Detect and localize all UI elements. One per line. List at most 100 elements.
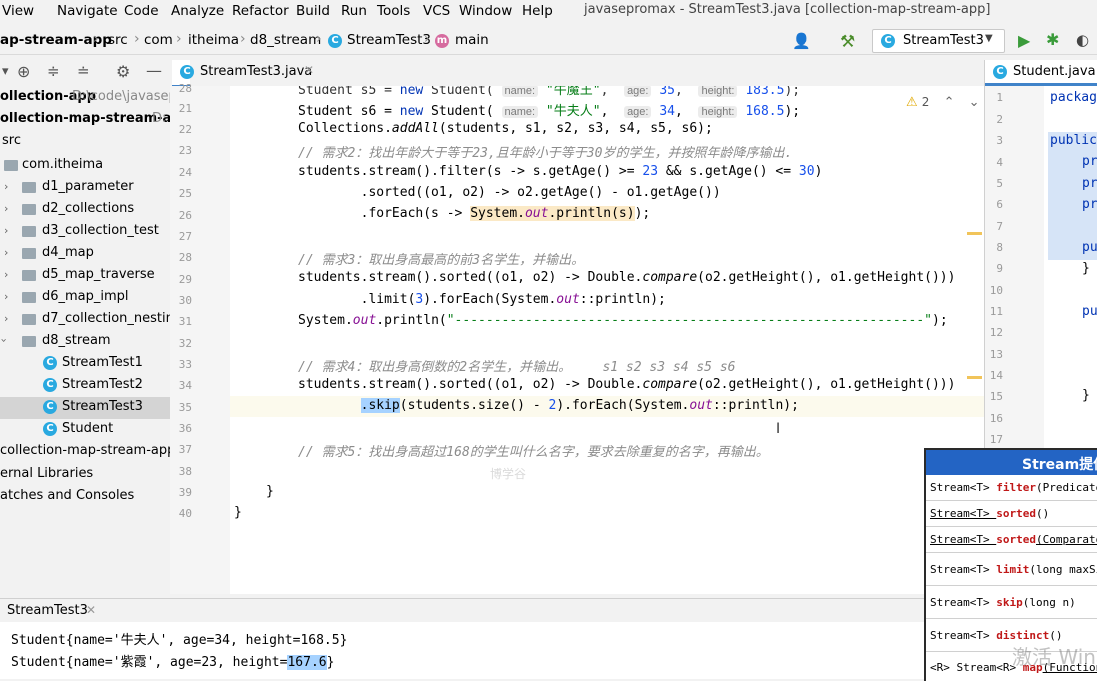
- run-icon[interactable]: ▶: [1018, 31, 1036, 50]
- menu-run[interactable]: Run: [341, 3, 367, 19]
- tree-item-label: ernal Libraries: [0, 466, 94, 481]
- locate-target-icon[interactable]: ⊕: [17, 62, 35, 81]
- menu-navigate[interactable]: Navigate: [57, 3, 118, 19]
- menu-build[interactable]: Build: [296, 3, 330, 19]
- tab-label: Student.java: [1013, 64, 1096, 79]
- chevron-down-icon[interactable]: ⌄: [969, 95, 980, 110]
- console-line: Student{name='牛夫人', age=34, height=168.5…: [11, 633, 348, 648]
- menu-code[interactable]: Code: [124, 3, 159, 19]
- menu-window[interactable]: Window: [459, 3, 512, 19]
- chevron-right-icon[interactable]: ›: [4, 290, 8, 303]
- line-number: 25: [178, 187, 192, 200]
- breadcrumb-com[interactable]: com: [144, 32, 173, 48]
- popup-row-limit[interactable]: Stream<T> limit(long maxSi: [926, 553, 1097, 586]
- tree-item-d5-map-traverse[interactable]: › d5_map_traverse: [0, 265, 170, 287]
- breadcrumb-main[interactable]: main: [455, 32, 489, 48]
- line-number: 17: [989, 433, 1003, 446]
- popup-row-sorted-comparator[interactable]: Stream<T> sorted(Comparato: [926, 527, 1097, 553]
- tree-item-src[interactable]: src: [0, 133, 170, 155]
- breadcrumb-d8-stream[interactable]: d8_stream: [250, 32, 321, 48]
- package-folder-icon: [22, 292, 36, 303]
- tree-item-d8-stream[interactable]: › d8_stream: [0, 331, 170, 353]
- popup-row-filter[interactable]: Stream<T> filter(Predicate: [926, 475, 1097, 501]
- tab-student[interactable]: C Student.java: [985, 60, 1097, 86]
- line-number: 39: [178, 486, 192, 499]
- class-icon: C: [993, 65, 1007, 79]
- code-line-38: }: [266, 484, 274, 499]
- close-icon[interactable]: ✕: [86, 603, 96, 617]
- close-icon[interactable]: ✕: [304, 63, 314, 77]
- tree-item-label: d2_collections: [42, 201, 135, 216]
- tree-item-com-itheima[interactable]: com.itheima: [0, 155, 170, 177]
- chevron-down-icon[interactable]: ›: [0, 338, 11, 342]
- line-number: 28: [178, 251, 192, 264]
- debug-bug-icon[interactable]: ✱: [1046, 30, 1064, 49]
- tree-item-d6-map-impl[interactable]: › d6_map_impl: [0, 287, 170, 309]
- line-number: 12: [989, 326, 1003, 339]
- tree-item-d3-collection-test[interactable]: › d3_collection_test: [0, 221, 170, 243]
- warning-icon: ⚠: [906, 95, 918, 110]
- tree-item-streamtest3[interactable]: C StreamTest3: [0, 397, 170, 419]
- tree-item-label: d6_map_impl: [42, 289, 129, 304]
- chevron-right-icon[interactable]: ›: [4, 246, 8, 259]
- chevron-right-icon[interactable]: ›: [4, 312, 8, 325]
- code-line-24: .sorted((o1, o2) -> o2.getAge() - o1.get…: [298, 185, 721, 200]
- menu-refactor[interactable]: Refactor: [232, 3, 289, 19]
- menu-analyze[interactable]: Analyze: [171, 3, 224, 19]
- tree-item-d2-collections[interactable]: › d2_collections: [0, 199, 170, 221]
- inspection-widget[interactable]: ⚠ 2 ⌃ ⌄: [906, 95, 980, 110]
- code-line-23: students.stream().filter(s -> s.getAge()…: [298, 164, 823, 179]
- tree-item-d1-parameter[interactable]: › d1_parameter: [0, 177, 170, 199]
- menu-help[interactable]: Help: [522, 3, 553, 19]
- popup-row-sorted[interactable]: Stream<T> sorted(): [926, 501, 1097, 527]
- code-comment-line-32: // 需求4：取出身高倒数的2名学生，并输出。 s1 s2 s3 s4 s5 s…: [298, 360, 736, 375]
- code-line-19: Student s5 = new Student( name: "牛魔王", a…: [298, 86, 801, 98]
- line-number: 1: [996, 91, 1003, 104]
- chevron-right-icon[interactable]: ›: [4, 268, 8, 281]
- popup-row-skip[interactable]: Stream<T> skip(long n): [926, 586, 1097, 619]
- tree-item-path: D:\code\javasep: [72, 89, 171, 104]
- chevron-up-icon[interactable]: ⌃: [944, 95, 955, 110]
- tree-item-scratches[interactable]: atches and Consoles: [0, 488, 170, 510]
- menu-vcs[interactable]: VCS: [423, 3, 450, 19]
- run-configuration-select[interactable]: C StreamTest3 ▼: [872, 29, 1005, 53]
- breadcrumb-itheima[interactable]: itheima: [188, 32, 239, 48]
- code-editor[interactable]: Student s5 = new Student( name: "牛魔王", a…: [230, 86, 984, 594]
- tree-item-d4-map[interactable]: › d4_map: [0, 243, 170, 265]
- code-snippet: public: [1050, 133, 1097, 148]
- chevron-right-icon: ›: [93, 31, 99, 47]
- chevron-right-icon[interactable]: ›: [4, 180, 8, 193]
- run-console-output[interactable]: Student{name='牛夫人', age=34, height=168.5…: [0, 622, 925, 679]
- tree-item-streamtest2[interactable]: C StreamTest2: [0, 375, 170, 397]
- menu-tools[interactable]: Tools: [377, 3, 410, 19]
- tree-item-collection-map-stream-app[interactable]: ollection-map-stream-app D:: [0, 111, 170, 133]
- user-icon[interactable]: 👤: [792, 32, 811, 50]
- collapse-all-icon[interactable]: ≐: [77, 62, 95, 80]
- chevron-right-icon: ›: [134, 31, 140, 47]
- minimize-icon[interactable]: —: [146, 61, 164, 80]
- tree-item-external-libraries[interactable]: ernal Libraries: [0, 466, 170, 488]
- menu-view[interactable]: View: [2, 3, 34, 19]
- tree-item-streamtest1[interactable]: C StreamTest1: [0, 353, 170, 375]
- tab-run-streamtest3[interactable]: StreamTest3: [7, 603, 88, 618]
- tree-item-student[interactable]: C Student: [0, 419, 170, 441]
- package-folder-icon: [22, 204, 36, 215]
- chevron-right-icon[interactable]: ›: [4, 202, 8, 215]
- project-tree: ollection-app D:\code\javasep ollection-…: [0, 86, 171, 594]
- breadcrumb-src[interactable]: src: [108, 32, 128, 48]
- gear-icon[interactable]: ⚙: [116, 62, 134, 81]
- tree-item-iml-file[interactable]: collection-map-stream-app.i: [0, 443, 170, 465]
- code-line-30: System.out.println("--------------------…: [298, 313, 948, 328]
- breadcrumb-streamtest3[interactable]: StreamTest3: [347, 32, 431, 48]
- coverage-icon[interactable]: ◐: [1076, 31, 1094, 49]
- build-hammer-icon[interactable]: ⚒: [840, 32, 858, 52]
- line-number: 22: [178, 123, 192, 136]
- code-line-25: .forEach(s -> System.out.println(s));: [298, 206, 651, 221]
- project-toolbar: ▾ ⊕ ≑ ≐ ⚙ —: [0, 60, 170, 86]
- tree-item-d7-collection-nesting[interactable]: › d7_collection_nesting: [0, 309, 170, 331]
- window-title: javasepromax - StreamTest3.java [collect…: [584, 2, 991, 17]
- expand-all-icon[interactable]: ≑: [47, 62, 65, 80]
- tree-item-collection-app[interactable]: ollection-app D:\code\javasep: [0, 89, 170, 111]
- chevron-right-icon[interactable]: ›: [4, 224, 8, 237]
- editor-tab-bar: C StreamTest3.java ✕: [170, 60, 984, 88]
